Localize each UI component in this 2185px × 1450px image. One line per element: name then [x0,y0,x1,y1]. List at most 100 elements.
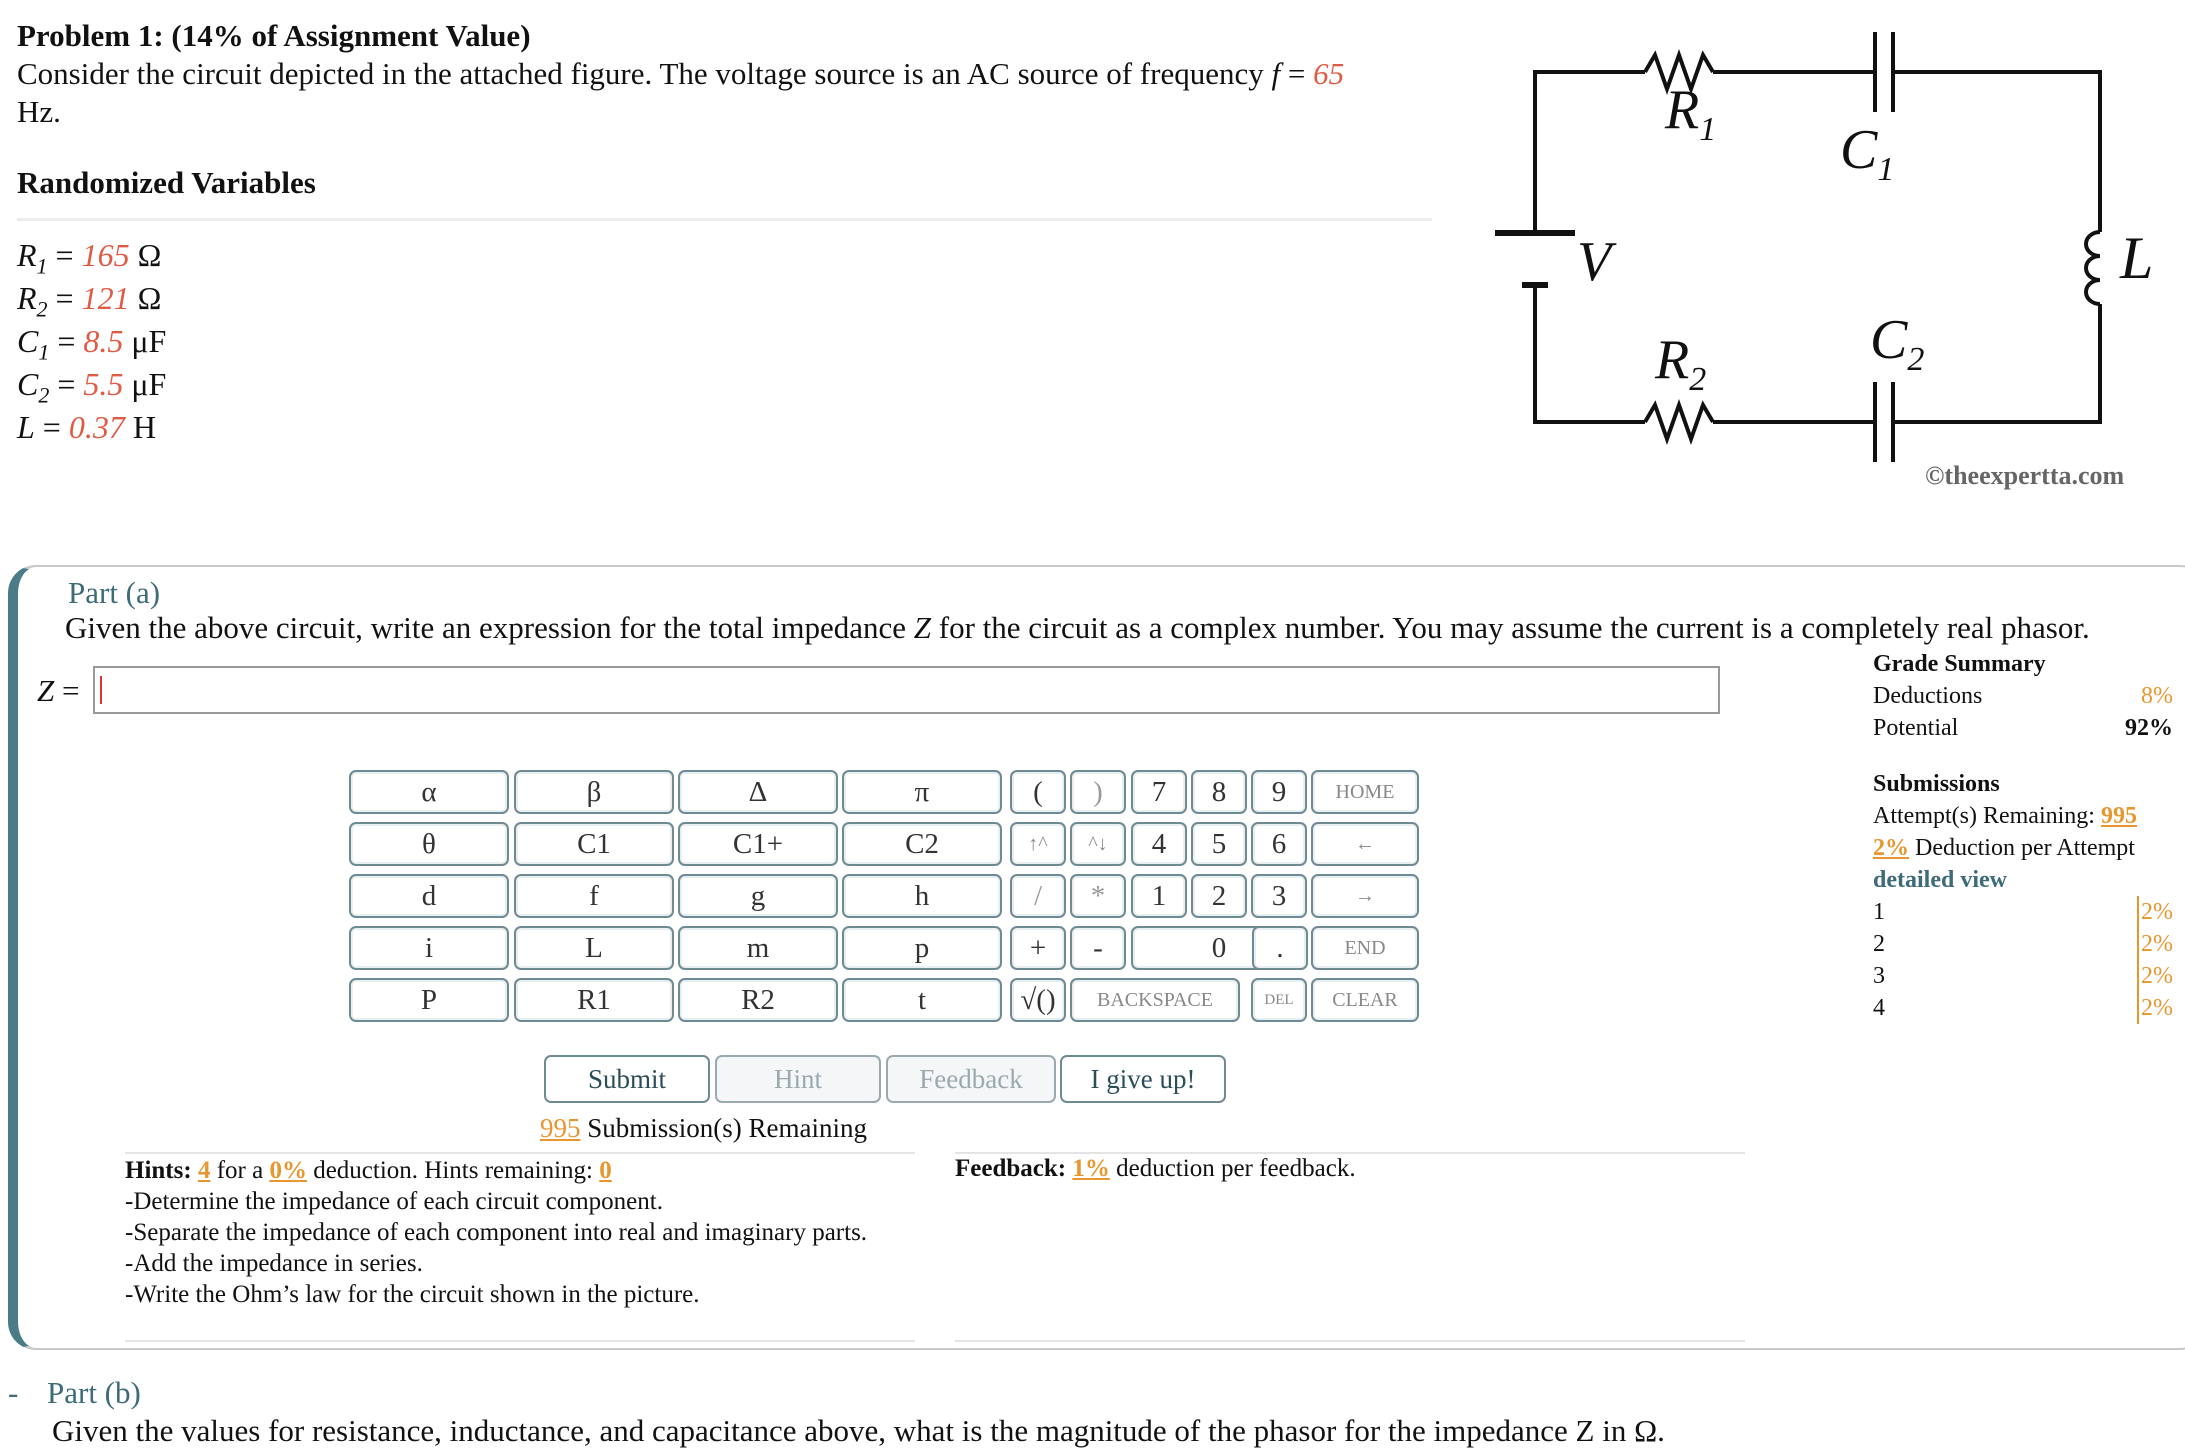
detailed-view-link[interactable]: detailed view [1873,864,2173,896]
key-h[interactable]: h [842,874,1002,918]
submit-button[interactable]: Submit [544,1055,710,1103]
key-delta[interactable]: Δ [678,770,838,814]
key-4[interactable]: 4 [1131,822,1187,866]
randomized-variables-title: Randomized Variables [17,165,316,200]
problem-text: Consider the circuit depicted in the att… [17,56,1264,91]
variable-value: 8.5 [83,323,124,359]
variable-c1: C1 = 8.5 μF [17,323,167,365]
key-m[interactable]: m [678,926,838,970]
key-divide[interactable]: / [1010,874,1066,918]
key-9[interactable]: 9 [1251,770,1307,814]
key-del[interactable]: DEL [1251,978,1307,1022]
key-superscript-up[interactable]: ↑^ [1010,822,1066,866]
key-backspace[interactable]: BACKSPACE [1070,978,1240,1022]
hints-bottom-divider [125,1340,915,1342]
part-b-collapse-toggle[interactable]: - [8,1375,18,1411]
svg-text:R2: R2 [1654,329,1706,398]
deductions-value: 8% [2141,683,2173,709]
feedback-divider [955,1152,1745,1154]
variable-r1: R1 = 165 Ω [17,237,162,279]
text-cursor [100,676,102,704]
key-c1[interactable]: C1 [514,822,674,866]
key-clear[interactable]: CLEAR [1311,978,1419,1022]
potential-value: 92% [2125,715,2173,741]
svg-text:C1: C1 [1840,119,1894,188]
variable-value: 5.5 [83,366,124,402]
frequency-value: 65 [1313,56,1345,91]
label-l: L [2119,225,2153,291]
key-cursor-left[interactable]: ← [1311,822,1419,866]
answer-input[interactable] [93,666,1720,714]
key-3[interactable]: 3 [1251,874,1307,918]
key-paren-close[interactable]: ) [1070,770,1126,814]
key-c1-plus[interactable]: C1+ [678,822,838,866]
hint-item: -Add the impedance in series. [125,1250,423,1277]
key-home[interactable]: HOME [1311,770,1419,814]
frequency-symbol: f [1271,56,1281,91]
key-minus[interactable]: - [1070,926,1126,970]
answer-label: Z = [37,673,80,708]
frequency-equals: = [1287,56,1306,91]
key-beta[interactable]: β [514,770,674,814]
key-multiply[interactable]: * [1070,874,1126,918]
part-b-title[interactable]: Part (b) [47,1375,141,1411]
variable-r2: R2 = 121 Ω [17,280,162,322]
hints-divider [125,1152,915,1154]
key-6[interactable]: 6 [1251,822,1307,866]
key-alpha[interactable]: α [349,770,509,814]
variable-c2: C2 = 5.5 μF [17,366,167,408]
key-r1[interactable]: R1 [514,978,674,1022]
variable-value: 121 [81,280,130,316]
key-8[interactable]: 8 [1191,770,1247,814]
key-d[interactable]: d [349,874,509,918]
key-5[interactable]: 5 [1191,822,1247,866]
copyright-text: ©theexpertta.com [1925,461,2125,490]
part-b-question: Given the values for resistance, inducta… [52,1413,1665,1448]
key-p[interactable]: p [842,926,1002,970]
part-a-question: Given the above circuit, write an expres… [65,610,2090,645]
key-end[interactable]: END [1311,926,1419,970]
key-superscript-down[interactable]: ^↓ [1070,822,1126,866]
svg-text:C2: C2 [1870,309,1924,378]
feedback-panel: Feedback: 1% deduction per feedback. [955,1155,1356,1182]
key-P-upper[interactable]: P [349,978,509,1022]
key-paren-open[interactable]: ( [1010,770,1066,814]
key-t[interactable]: t [842,978,1002,1022]
key-i[interactable]: i [349,926,509,970]
key-1[interactable]: 1 [1131,874,1187,918]
key-plus[interactable]: + [1010,926,1066,970]
key-cursor-right[interactable]: → [1311,874,1419,918]
key-f[interactable]: f [514,874,674,918]
key-g[interactable]: g [678,874,838,918]
key-sqrt[interactable]: √() [1010,978,1066,1022]
key-7[interactable]: 7 [1131,770,1187,814]
key-2[interactable]: 2 [1191,874,1247,918]
variable-value: 0.37 [68,409,125,445]
grade-summary: Grade Summary Deductions 8% Potential 92% … [1873,648,2173,1024]
variable-l: L = 0.37 H [17,409,156,445]
inductor-symbol [2084,230,2101,306]
give-up-button[interactable]: I give up! [1060,1055,1226,1103]
hints-panel: Hints: 4 for a 0% deduction. Hints remai… [125,1155,905,1310]
label-v: V [1577,231,1617,293]
label-c1: C [1840,119,1878,181]
label-c2: C [1870,309,1908,371]
section-divider [17,218,1432,221]
key-c2[interactable]: C2 [842,822,1002,866]
part-a-title: Part (a) [68,575,161,610]
key-theta[interactable]: θ [349,822,509,866]
submissions-title: Submissions [1873,771,2000,797]
key-decimal[interactable]: . [1252,926,1308,970]
feedback-button[interactable]: Feedback [886,1055,1056,1103]
hint-item: -Write the Ohm’s law for the circuit sho… [125,1281,700,1308]
resistor-r2-symbol [1643,398,1715,446]
hint-item: -Separate the impedance of each componen… [125,1219,868,1246]
circuit-diagram: R1 C1 L V R2 C2 ©theexpertta.com [1495,32,2153,490]
key-pi[interactable]: π [842,770,1002,814]
hint-button[interactable]: Hint [715,1055,881,1103]
problem-statement: Consider the circuit depicted in the att… [17,55,1417,131]
submissions-remaining: 995 Submission(s) Remaining [540,1113,868,1143]
hint-item: -Determine the impedance of each circuit… [125,1188,663,1215]
key-r2[interactable]: R2 [678,978,838,1022]
key-l[interactable]: L [514,926,674,970]
